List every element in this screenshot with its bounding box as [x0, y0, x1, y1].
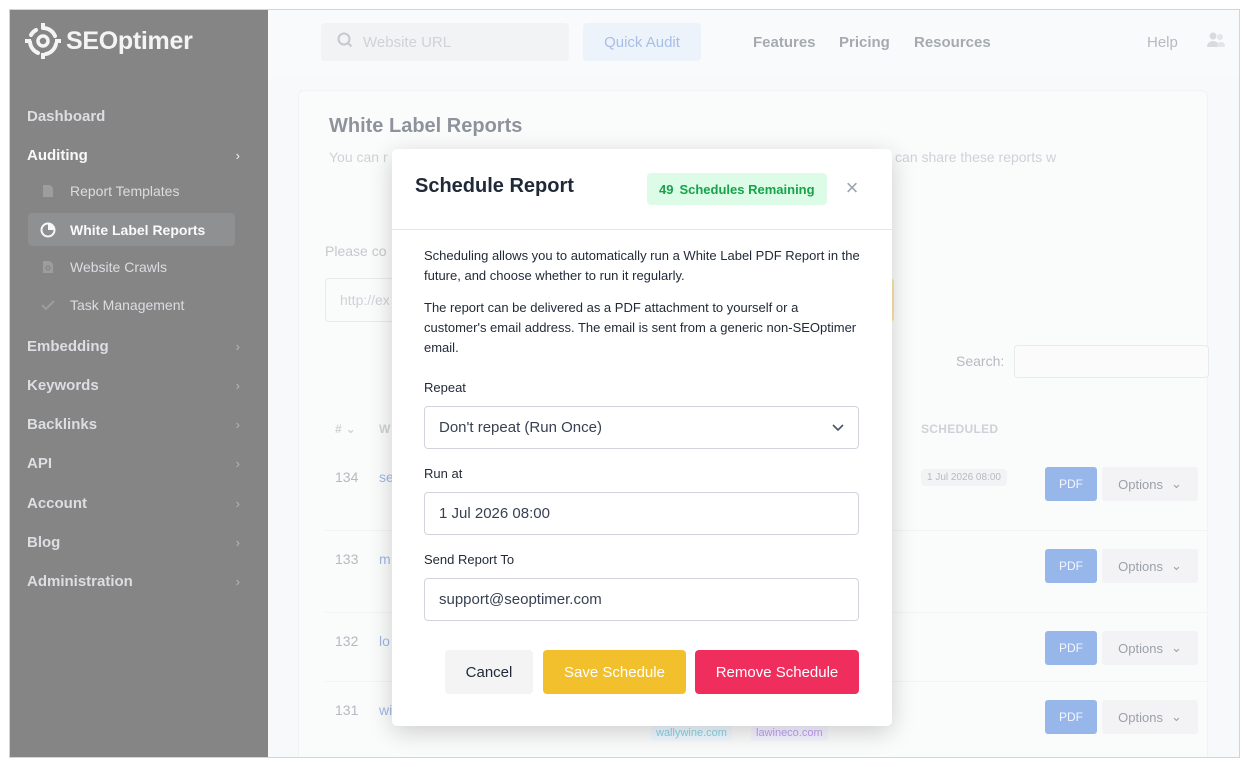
schedule-report-modal: Schedule Report 49 Schedules Remaining ×… — [392, 149, 892, 726]
run-at-label: Run at — [424, 466, 463, 481]
cancel-button[interactable]: Cancel — [445, 650, 533, 694]
save-schedule-button[interactable]: Save Schedule — [543, 650, 686, 694]
modal-description-1: Scheduling allows you to automatically r… — [424, 248, 860, 283]
app-window: SEOptimer Dashboard Auditing › Report Te… — [9, 9, 1240, 758]
run-at-value: 1 Jul 2026 08:00 — [439, 505, 550, 522]
send-to-label: Send Report To — [424, 552, 515, 567]
close-icon[interactable]: × — [842, 177, 862, 199]
modal-description-2: The report can be delivered as a PDF att… — [424, 300, 857, 355]
repeat-label: Repeat — [424, 380, 466, 395]
modal-header: Schedule Report 49 Schedules Remaining × — [392, 149, 892, 230]
schedules-remaining-count: 49 — [659, 181, 674, 197]
repeat-value: Don't repeat (Run Once) — [439, 419, 602, 436]
remove-schedule-button[interactable]: Remove Schedule — [695, 650, 859, 694]
run-at-input[interactable]: 1 Jul 2026 08:00 — [424, 492, 859, 535]
chevron-down-icon — [832, 419, 844, 436]
repeat-select[interactable]: Don't repeat (Run Once) — [424, 406, 859, 449]
modal-title: Schedule Report — [415, 175, 574, 197]
schedules-remaining-label: Schedules Remaining — [679, 181, 815, 197]
send-to-value: support@seoptimer.com — [439, 591, 602, 608]
send-to-input[interactable]: support@seoptimer.com — [424, 578, 859, 621]
schedules-remaining-badge: 49 Schedules Remaining — [647, 173, 827, 205]
